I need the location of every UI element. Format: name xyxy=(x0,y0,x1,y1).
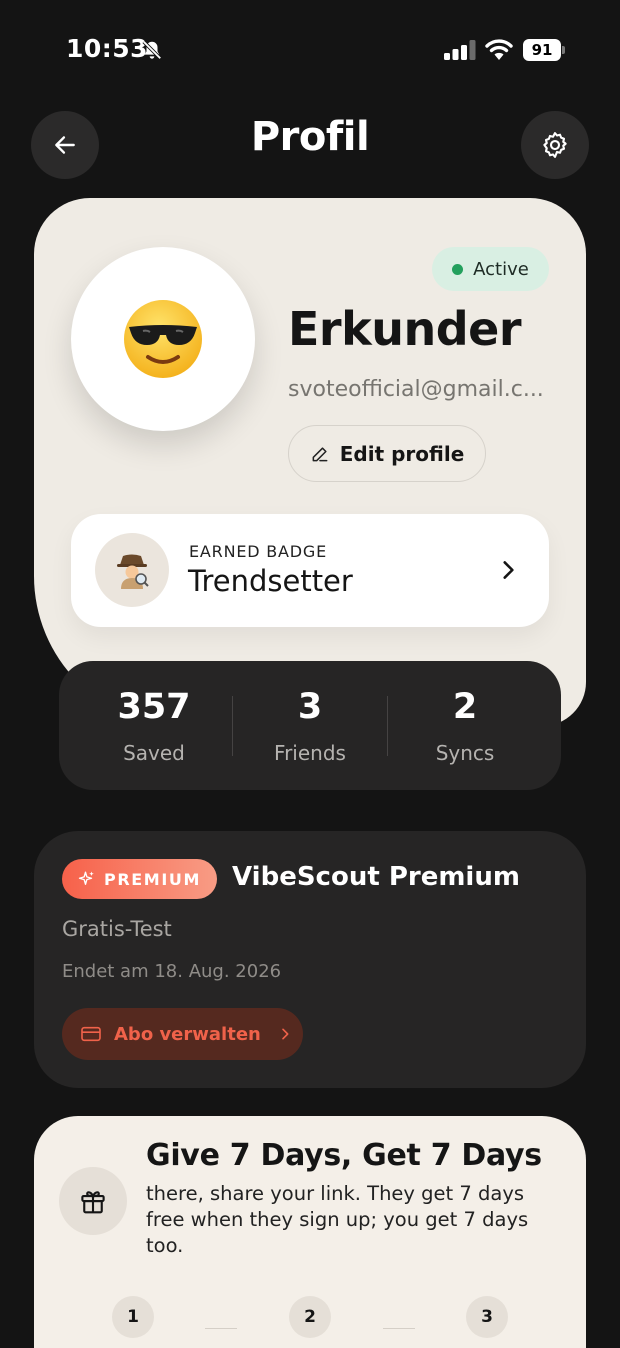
stat-value: 2 xyxy=(452,687,478,727)
stats-bar: 357 Saved 3 Friends 2 Syncs xyxy=(59,661,561,790)
gift-icon xyxy=(81,1191,105,1214)
pencil-icon xyxy=(312,446,328,461)
bell-muted-icon xyxy=(142,40,162,60)
premium-badge-label: PREMIUM xyxy=(104,869,201,889)
referral-text: there, share your link. They get 7 days … xyxy=(146,1182,529,1257)
premium-badge: PREMIUM xyxy=(62,859,217,899)
settings-button[interactable] xyxy=(521,111,589,179)
referral-card: Give 7 Days, Get 7 Days there, share you… xyxy=(34,1116,586,1348)
step-2: 2 xyxy=(289,1296,331,1338)
user-name: Erkunder xyxy=(288,302,522,356)
status-bar: 10:53 91 xyxy=(0,0,620,100)
user-email: svoteofficial@gmail.c... xyxy=(288,377,544,402)
referral-title: Give 7 Days, Get 7 Days xyxy=(146,1138,542,1173)
stat-label: Friends xyxy=(274,741,346,765)
badge-caption: EARNED BADGE xyxy=(189,542,328,561)
gear-icon xyxy=(543,132,567,158)
edit-profile-label: Edit profile xyxy=(339,441,465,466)
manage-subscription-button[interactable]: Abo verwalten xyxy=(62,1008,303,1060)
manage-subscription-label: Abo verwalten xyxy=(114,1023,261,1045)
status-badge: Active xyxy=(432,247,549,291)
battery-indicator: 91 xyxy=(523,39,565,61)
status-label: Active xyxy=(473,258,529,280)
chevron-right-icon xyxy=(503,561,514,579)
stat-saved[interactable]: 357 Saved xyxy=(76,661,232,790)
gift-avatar xyxy=(59,1167,127,1235)
sparkle-icon xyxy=(78,871,94,885)
stat-friends[interactable]: 3 Friends xyxy=(232,661,388,790)
badge-name: Trendsetter xyxy=(188,564,353,598)
stat-label: Saved xyxy=(123,741,185,765)
step-connector xyxy=(205,1328,237,1329)
premium-title: VibeScout Premium xyxy=(232,862,520,892)
badge-avatar xyxy=(95,533,169,607)
signal-icon xyxy=(444,40,476,60)
earned-badge-row[interactable]: EARNED BADGE Trendsetter xyxy=(71,514,549,627)
stat-label: Syncs xyxy=(435,741,495,765)
credit-card-icon xyxy=(81,1026,101,1042)
avatar[interactable] xyxy=(71,247,255,431)
premium-plan: Gratis-Test xyxy=(62,917,172,941)
battery-tip xyxy=(562,46,565,54)
chevron-right-icon xyxy=(282,1028,289,1040)
stat-value: 3 xyxy=(297,687,323,727)
step-connector xyxy=(383,1328,415,1329)
premium-card: PREMIUM VibeScout Premium Gratis-Test En… xyxy=(34,831,586,1088)
premium-end-date: Endet am 18. Aug. 2026 xyxy=(62,961,282,982)
step-3: 3 xyxy=(466,1296,508,1338)
wifi-icon xyxy=(485,39,513,60)
profile-card: Active Erkunder svoteofficial@gmail.c...… xyxy=(34,198,586,726)
detective-icon xyxy=(117,554,149,589)
edit-profile-button[interactable]: Edit profile xyxy=(288,425,486,482)
battery-level: 91 xyxy=(523,39,561,61)
sunglasses-emoji-icon xyxy=(124,300,202,378)
active-dot xyxy=(452,263,464,275)
stat-syncs[interactable]: 2 Syncs xyxy=(387,661,543,790)
status-time: 10:53 xyxy=(66,34,149,63)
stat-value: 357 xyxy=(117,687,191,727)
step-1: 1 xyxy=(112,1296,154,1338)
